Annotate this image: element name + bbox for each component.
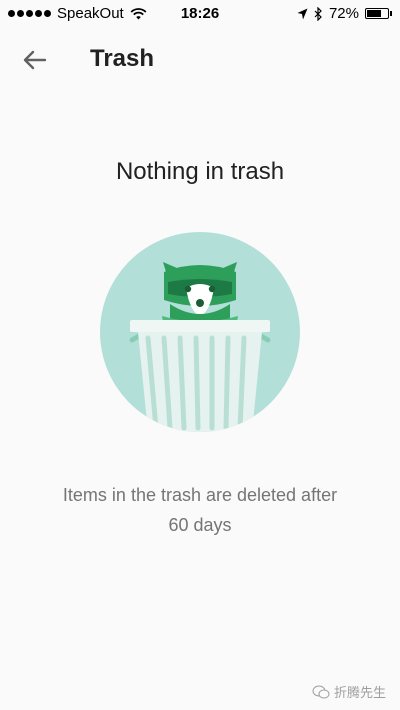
- back-button[interactable]: [18, 46, 50, 74]
- page-title: Trash: [90, 45, 155, 72]
- empty-state-message: Items in the trash are deleted after 60 …: [30, 480, 370, 540]
- bluetooth-icon: [314, 6, 322, 21]
- empty-state-message-line2: 60 days: [168, 515, 232, 535]
- trash-can-icon: [130, 320, 270, 432]
- battery-icon: [365, 8, 392, 19]
- arrow-back-icon: [23, 50, 47, 70]
- wechat-icon: [312, 685, 330, 698]
- watermark-text: 折腾先生: [333, 685, 386, 700]
- app-bar: Trash: [0, 28, 400, 92]
- status-right: 72%: [297, 5, 392, 22]
- location-arrow-icon: [297, 8, 308, 19]
- empty-state-message-line1: Items in the trash are deleted after: [62, 485, 338, 505]
- status-bar: SpeakOut 18:26 72%: [0, 0, 400, 28]
- battery-fill: [367, 10, 382, 17]
- watermark: 折腾先生: [312, 682, 386, 701]
- battery-percent: 72%: [328, 5, 359, 22]
- raccoon-trash-illustration: [100, 232, 300, 432]
- empty-state-title: Nothing in trash: [115, 158, 285, 185]
